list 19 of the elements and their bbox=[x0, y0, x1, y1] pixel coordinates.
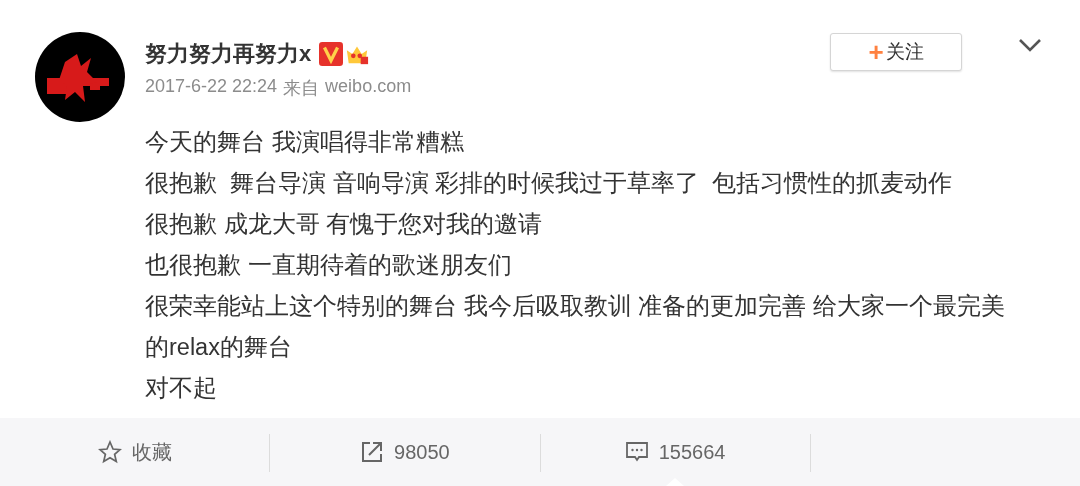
post-text: 很抱歉 成龙大哥 有愧于您对我的邀请 bbox=[145, 210, 544, 239]
repost-button[interactable]: 98050 bbox=[356, 438, 454, 466]
star-icon bbox=[97, 440, 122, 464]
favorite-button[interactable]: 收藏 bbox=[93, 436, 176, 468]
post-text: 今天的舞台 我演唱得非常糟糕 bbox=[145, 128, 465, 157]
user-name[interactable]: 努力努力再努力x bbox=[145, 39, 312, 69]
follow-button[interactable]: +关注 bbox=[830, 33, 962, 71]
comment-button[interactable]: 155664 bbox=[620, 438, 730, 466]
post-text: 很荣幸能站上这个特别的舞台 我今后吸取教训 准备的更加完善 给大家一个最完美的relax的舞台 bbox=[145, 292, 1006, 362]
source-label: 来自 bbox=[283, 77, 320, 100]
share-icon bbox=[360, 440, 385, 464]
post-text: 也很抱歉 一直期待着的歌迷朋友们 bbox=[145, 251, 513, 280]
post-time[interactable]: 2017-6-22 22:24 bbox=[145, 76, 278, 100]
avatar-icon[interactable] bbox=[35, 32, 125, 122]
post-text: 对不起 bbox=[145, 374, 218, 403]
comment-icon bbox=[624, 440, 649, 464]
chevron-down-icon[interactable] bbox=[1018, 38, 1042, 52]
post-text: 很抱歉 舞台导演 音响导演 彩排的时候我过于草率了 包括习惯性的抓麦动作 bbox=[145, 169, 954, 198]
source-link[interactable]: weibo.com bbox=[325, 76, 412, 100]
